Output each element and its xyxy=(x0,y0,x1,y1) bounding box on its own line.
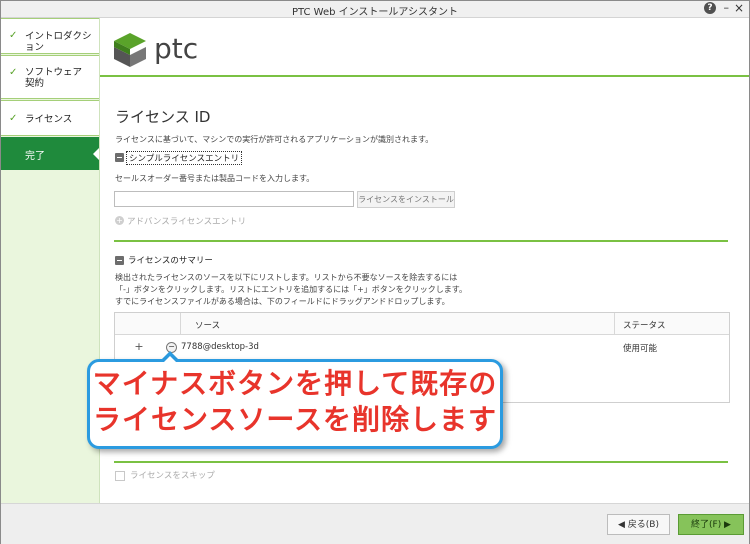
window-title: PTC Web インストールアシスタント xyxy=(291,7,459,18)
callout-line-2: ライセンスソースを削除します xyxy=(92,403,498,436)
sidebar-item-finish[interactable]: 完了 xyxy=(1,137,99,170)
section-divider xyxy=(114,461,728,463)
summary-description-line: 「-」ボタンをクリックします。リストにエントリを追加するには「+」ボタンをクリッ… xyxy=(115,285,467,294)
ptc-logo-text: ptc xyxy=(154,32,199,65)
add-source-button[interactable]: + xyxy=(134,341,144,352)
close-icon[interactable]: × xyxy=(734,1,744,15)
sidebar-item-introduction[interactable]: ✓ イントロダクション xyxy=(1,18,99,54)
advanced-license-entry-toggle[interactable]: アドバンスライセンスエントリ xyxy=(127,215,246,227)
section-divider xyxy=(114,240,728,242)
column-header-status[interactable]: ステータス xyxy=(623,319,666,331)
table-header: ソース ステータス xyxy=(115,313,729,335)
installer-window: PTC Web インストールアシスタント ? – × ✓ イントロダクション ✓… xyxy=(0,0,750,544)
collapse-icon[interactable] xyxy=(115,153,124,162)
callout-pointer-inner xyxy=(163,356,177,363)
simple-license-entry-toggle[interactable]: シンプルライセンスエントリ xyxy=(126,151,243,165)
sidebar-item-label: 完了 xyxy=(25,151,45,162)
license-summary-toggle[interactable]: ライセンスのサマリー xyxy=(128,254,213,266)
collapse-icon[interactable] xyxy=(115,256,124,265)
summary-description-line: すでにライセンスファイルがある場合は、下のフィールドにドラッグアンドドロップしま… xyxy=(115,297,450,306)
expand-icon[interactable]: + xyxy=(115,216,124,225)
sidebar: ✓ イントロダクション ✓ ソフトウェア 契約 ✓ ライセンス 完了 xyxy=(1,18,100,543)
sidebar-item-label: ソフトウェア 契約 xyxy=(25,67,83,89)
help-icon[interactable]: ? xyxy=(704,2,716,14)
sidebar-item-software-agreement[interactable]: ✓ ソフトウェア 契約 xyxy=(1,55,99,99)
minimize-icon[interactable]: – xyxy=(724,1,730,14)
ptc-logo-icon xyxy=(114,33,146,67)
sidebar-item-label: イントロダクション xyxy=(25,31,92,53)
sales-order-input[interactable] xyxy=(114,191,354,207)
column-divider xyxy=(180,313,181,334)
page-description: ライセンスに基づいて、マシンでの実行が許可されるアプリケーションが識別されます。 xyxy=(115,135,434,144)
annotation-callout: マイナスボタンを押して既存の ライセンスソースを削除します xyxy=(87,359,503,449)
column-header-source[interactable]: ソース xyxy=(195,319,220,331)
back-button[interactable]: ◀ 戻る(B) xyxy=(607,514,670,535)
check-icon: ✓ xyxy=(9,113,18,124)
current-step-arrow-icon xyxy=(93,148,99,160)
skip-license-label: ライセンスをスキップ xyxy=(130,471,215,481)
title-bar: PTC Web インストールアシスタント ? – × xyxy=(1,1,749,18)
install-license-button[interactable]: ライセンスをインストール xyxy=(357,191,455,208)
sidebar-item-label: ライセンス xyxy=(25,114,73,125)
finish-button[interactable]: 終了(F) ▶ xyxy=(678,514,744,535)
summary-description-line: 検出されたライセンスのソースを以下にリストします。リストから不要なソースを除去す… xyxy=(115,273,458,282)
header-divider xyxy=(100,75,749,77)
source-cell: 7788@desktop-3d xyxy=(181,342,259,352)
simple-instruction: セールスオーダー番号または製品コードを入力します。 xyxy=(115,174,315,183)
status-cell: 使用可能 xyxy=(623,344,658,354)
page-title: ライセンス ID xyxy=(115,108,211,126)
check-icon: ✓ xyxy=(9,67,18,78)
check-icon: ✓ xyxy=(9,30,18,41)
column-divider xyxy=(614,313,615,334)
footer-bar: ◀ 戻る(B) 終了(F) ▶ xyxy=(1,503,749,544)
sidebar-item-license[interactable]: ✓ ライセンス xyxy=(1,100,99,136)
callout-line-1: マイナスボタンを押して既存の xyxy=(92,367,498,400)
skip-license-checkbox[interactable] xyxy=(115,471,125,481)
